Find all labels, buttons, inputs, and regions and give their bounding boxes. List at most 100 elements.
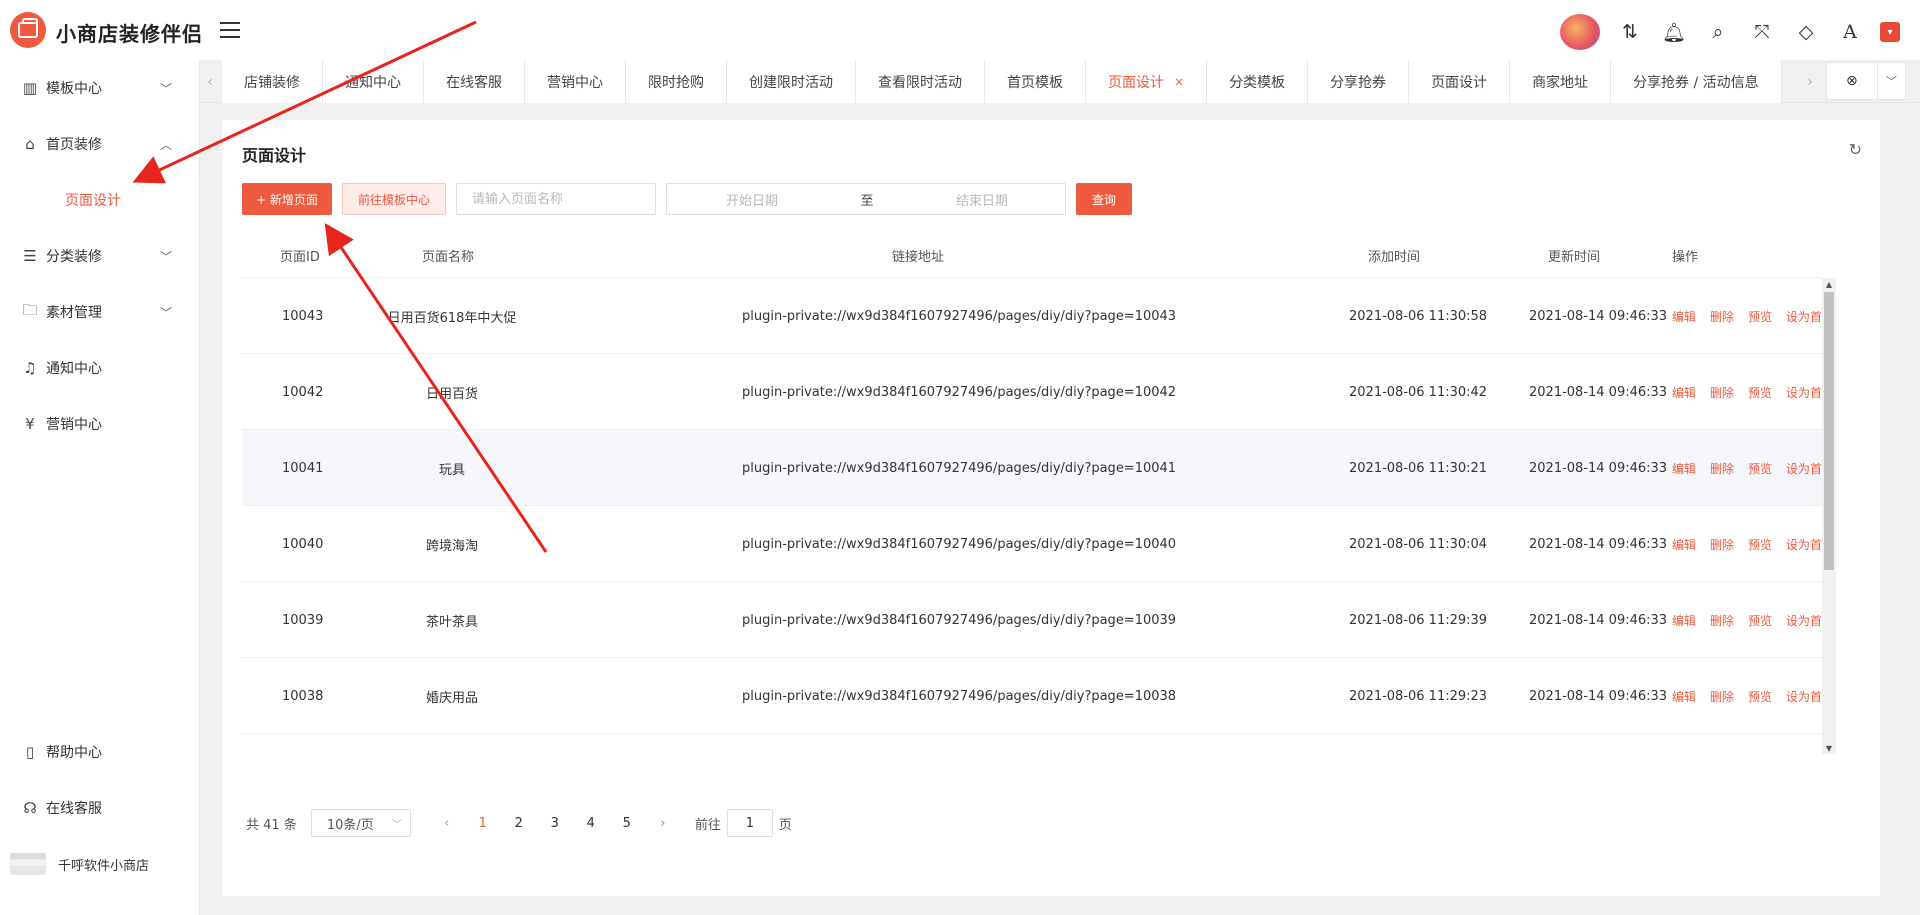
sidebar-item-shop[interactable]: 千呼软件小商店 xyxy=(0,844,200,884)
chevron-down-icon: ﹀ xyxy=(391,820,402,831)
preview-button[interactable]: 预览 xyxy=(1748,384,1772,401)
sidebar-item-home-decor[interactable]: ⌂ 首页装修 ︿ xyxy=(0,124,200,164)
table-row[interactable]: 10038 婚庆用品 plugin-private://wx9d384f160792… xyxy=(242,658,1834,734)
tabs-bar: ‹ 店铺装修 通知中心 在线客服 营销中心 限时抢购 创建限时活动 查看限时活动… xyxy=(200,60,1920,103)
page-2[interactable]: 2 xyxy=(501,809,537,837)
tab-home-template[interactable]: 首页模板 xyxy=(985,60,1086,103)
folder-icon: 🗀 xyxy=(22,300,38,319)
preview-button[interactable]: 预览 xyxy=(1748,688,1772,705)
tab-support[interactable]: 在线客服 xyxy=(424,60,525,103)
page-1[interactable]: 1 xyxy=(465,809,501,837)
edit-button[interactable]: 编辑 xyxy=(1672,536,1696,553)
delete-button[interactable]: 删除 xyxy=(1710,384,1734,401)
edit-button[interactable]: 编辑 xyxy=(1672,460,1696,477)
page-3[interactable]: 3 xyxy=(537,809,573,837)
header-updated-time: 更新时间 xyxy=(1548,249,1601,265)
tab-label: 页面设计 xyxy=(1431,74,1488,91)
tab-marketing[interactable]: 营销中心 xyxy=(525,60,626,103)
date-range-picker[interactable]: 开始日期 至 结束日期 xyxy=(666,183,1066,215)
goto-template-center-button[interactable]: 前往模板中心 xyxy=(342,183,446,215)
sort-icon[interactable]: ⇅ xyxy=(1616,18,1644,46)
tab-actions: ⊗ ﹀ xyxy=(1826,62,1906,100)
tab-label: 分享抢券 / 活动信息 xyxy=(1633,74,1759,91)
tab-page-design[interactable]: 页面设计 xyxy=(1409,60,1511,103)
tab-notifications[interactable]: 通知中心 xyxy=(323,60,424,103)
sidebar-item-help[interactable]: ▯ 帮助中心 xyxy=(0,732,200,772)
cell-url: plugin-private://wx9d384f1607927496/page… xyxy=(742,460,1177,476)
cell-url: plugin-private://wx9d384f1607927496/page… xyxy=(742,612,1177,628)
query-button[interactable]: 查询 xyxy=(1076,183,1132,215)
page-5[interactable]: 5 xyxy=(609,809,645,837)
sidebar-item-marketing[interactable]: ¥ 营销中心 xyxy=(0,404,200,444)
page-size-select[interactable]: 10条/页 ﹀ xyxy=(310,809,411,837)
preview-button[interactable]: 预览 xyxy=(1748,308,1772,325)
delete-button[interactable]: 删除 xyxy=(1710,308,1734,325)
user-avatar[interactable] xyxy=(1560,14,1600,50)
tab-share-coupon-info[interactable]: 分享抢券 / 活动信息 xyxy=(1611,60,1782,103)
table-row[interactable]: 10041 玩具 plugin-private://wx9d384f16079274… xyxy=(242,430,1834,506)
edit-button[interactable]: 编辑 xyxy=(1672,308,1696,325)
pagination: 共 41 条 10条/页 ﹀ ‹ 1 2 3 4 5 › 前往 1 页 xyxy=(246,809,792,837)
tab-create-flash-event[interactable]: 创建限时活动 xyxy=(727,60,856,103)
cell-id: 10043 xyxy=(282,308,324,324)
delete-button[interactable]: 删除 xyxy=(1710,688,1734,705)
refresh-icon[interactable]: ↻ xyxy=(1849,140,1862,159)
scroll-down-icon[interactable]: ▼ xyxy=(1822,742,1836,754)
page-4[interactable]: 4 xyxy=(573,809,609,837)
sidebar-item-category-decor[interactable]: ☰ 分类装修 ﹀ xyxy=(0,236,200,276)
chevron-down-icon: ﹀ xyxy=(159,82,172,96)
next-page-icon[interactable]: › xyxy=(645,809,681,837)
preview-button[interactable]: 预览 xyxy=(1748,536,1772,553)
menu-toggle-icon[interactable] xyxy=(220,22,240,38)
tab-view-flash-event[interactable]: 查看限时活动 xyxy=(856,60,985,103)
tab-category-template[interactable]: 分类模板 xyxy=(1207,60,1309,103)
sidebar-item-materials[interactable]: 🗀 素材管理 ﹀ xyxy=(0,292,200,332)
prev-page-icon[interactable]: ‹ xyxy=(429,809,465,837)
diamond-icon[interactable]: ◇ xyxy=(1792,18,1820,46)
tab-merchant-address[interactable]: 商家地址 xyxy=(1510,60,1612,103)
delete-button[interactable]: 删除 xyxy=(1710,536,1734,553)
fullscreen-icon[interactable]: ⤧ xyxy=(1748,18,1776,46)
close-tabs-icon[interactable]: ⊗ xyxy=(1827,62,1878,100)
edit-button[interactable]: 编辑 xyxy=(1672,612,1696,629)
table-row[interactable]: 10039 茶叶茶具 plugin-private://wx9d384f160792… xyxy=(242,582,1834,658)
tab-shop-decor[interactable]: 店铺装修 xyxy=(222,60,323,103)
preview-button[interactable]: 预览 xyxy=(1748,460,1772,477)
tabs-scroll-left-icon[interactable]: ‹ xyxy=(200,60,220,103)
table-row[interactable]: 10040 跨境海淘 plugin-private://wx9d384f160792… xyxy=(242,506,1834,582)
close-tab-icon[interactable]: × xyxy=(1174,75,1184,89)
table-row[interactable]: 10043 日用百货618年中大促 plugin-private://wx9d384… xyxy=(242,278,1834,354)
cell-name: 婚庆用品 xyxy=(425,690,478,706)
scroll-up-icon[interactable]: ▲ xyxy=(1822,278,1836,290)
page-name-search-input[interactable] xyxy=(456,183,656,215)
preview-button[interactable]: 预览 xyxy=(1748,612,1772,629)
delete-button[interactable]: 删除 xyxy=(1710,612,1734,629)
sidebar-item-support[interactable]: ☊ 在线客服 xyxy=(0,788,200,828)
goto-page-input[interactable]: 1 xyxy=(726,809,773,837)
chevron-down-icon: ﹀ xyxy=(159,306,172,320)
row-actions: 编辑 删除 预览 设为首页 xyxy=(1672,582,1834,658)
bell-icon[interactable]: 🔔︎ xyxy=(1660,18,1688,46)
user-menu-icon[interactable]: ▾ xyxy=(1880,22,1900,42)
chevron-down-icon[interactable]: ﹀ xyxy=(1878,62,1905,100)
table-row[interactable]: 10042 日用百货 plugin-private://wx9d384f160792… xyxy=(242,354,1834,430)
scrollbar-thumb[interactable] xyxy=(1824,292,1834,570)
tab-flash-sale[interactable]: 限时抢购 xyxy=(626,60,727,103)
add-page-button[interactable]: + 新增页面 xyxy=(242,183,332,215)
marketing-icon: ¥ xyxy=(25,415,35,433)
start-date-input[interactable]: 开始日期 xyxy=(667,184,837,214)
sidebar-item-notifications[interactable]: ♫ 通知中心 xyxy=(0,348,200,388)
tab-share-coupon[interactable]: 分享抢券 xyxy=(1308,60,1410,103)
sidebar-item-template-center[interactable]: ▥ 模板中心 ﹀ xyxy=(0,68,200,108)
search-icon[interactable]: ⌕ xyxy=(1704,18,1732,46)
tab-page-design-active[interactable]: 页面设计 × xyxy=(1086,60,1208,103)
delete-button[interactable]: 删除 xyxy=(1710,460,1734,477)
page-name-input[interactable] xyxy=(457,184,655,214)
tabs-scroll-right-icon[interactable]: › xyxy=(1800,60,1820,103)
edit-button[interactable]: 编辑 xyxy=(1672,688,1696,705)
end-date-input[interactable]: 结束日期 xyxy=(897,184,1067,214)
font-size-icon[interactable]: A xyxy=(1836,18,1864,46)
table-scrollbar[interactable]: ▲ ▼ xyxy=(1822,278,1836,754)
sidebar-subitem-page-design[interactable]: 页面设计 xyxy=(0,180,200,220)
edit-button[interactable]: 编辑 xyxy=(1672,384,1696,401)
